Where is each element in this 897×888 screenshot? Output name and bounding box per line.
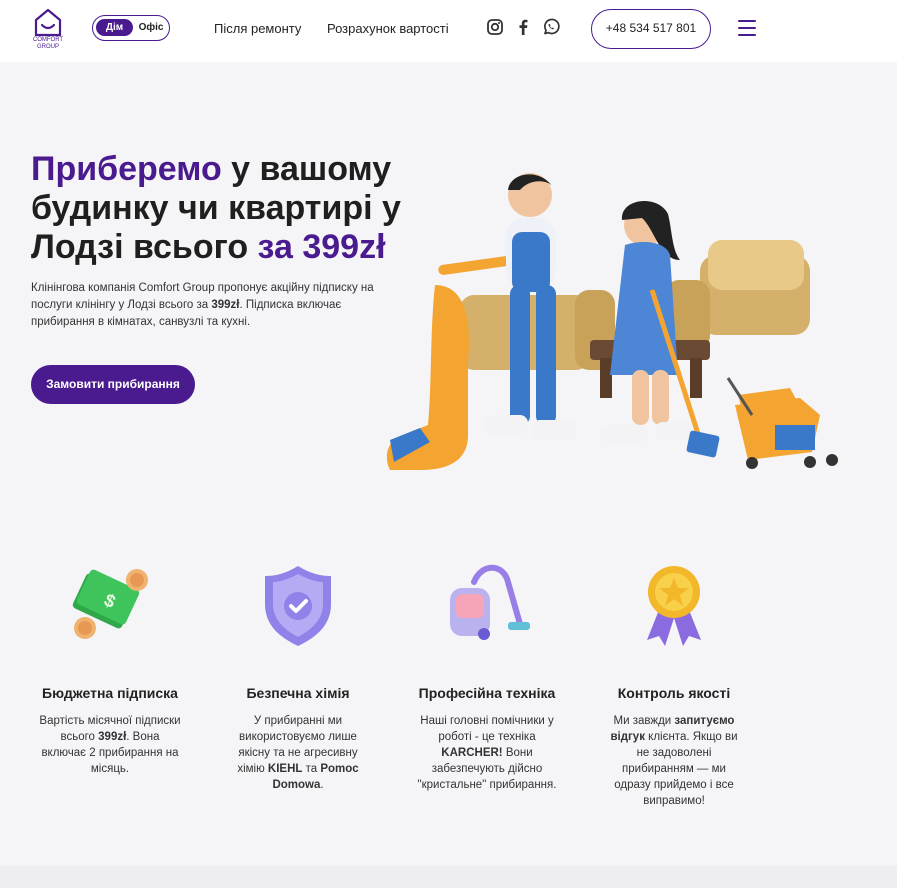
feature-text: Ми завжди запитуємо відгук клієнта. Якщо… xyxy=(610,715,738,807)
feature-title: Безпечна хімія xyxy=(246,685,350,701)
facebook-icon[interactable] xyxy=(514,18,532,36)
feature-text: Вартість місячної підписки всього 399zł.… xyxy=(39,715,181,775)
feature-title: Контроль якості xyxy=(617,685,731,701)
medal-icon xyxy=(647,566,701,646)
feature-title: Бюджетна підписка xyxy=(42,685,178,701)
nav-after-renovation[interactable]: Після ремонту xyxy=(214,21,301,36)
feature-title: Професійна техніка xyxy=(418,685,556,701)
feature-text: У прибиранні ми використовуємо лише якіс… xyxy=(237,715,359,791)
order-cleaning-button[interactable]: Замовити прибирання xyxy=(31,365,195,404)
toggle-office[interactable]: Офіс xyxy=(137,19,165,36)
feature-pro-equipment: Професійна техніка Наші головні помічник… xyxy=(402,560,572,793)
nav-cost-calculation[interactable]: Розрахунок вартості xyxy=(327,21,449,36)
cleaners-illustration xyxy=(386,173,838,470)
toggle-home[interactable]: Дім xyxy=(96,19,133,36)
logo[interactable]: COMFORT GROUP xyxy=(28,7,68,53)
vacuum-icon xyxy=(450,564,530,640)
hero-lead: Клінінгова компанія Comfort Group пропон… xyxy=(31,282,374,328)
house-logo-icon xyxy=(34,8,62,37)
feature-text: Наші головні помічники у роботі - це тех… xyxy=(417,715,557,791)
feature-quality-control: Контроль якості Ми завжди запитуємо відг… xyxy=(589,560,759,809)
whatsapp-icon[interactable] xyxy=(542,18,560,36)
instagram-icon[interactable] xyxy=(486,18,504,36)
phone-button[interactable]: +48 534 517 801 xyxy=(591,9,711,49)
feature-budget: $ Бюджетна підписка Вартість місячної пі… xyxy=(25,560,195,777)
home-office-toggle[interactable]: Дім Офіс xyxy=(92,15,170,41)
shield-check-icon xyxy=(265,566,331,646)
menu-icon[interactable] xyxy=(738,20,756,36)
logo-text: COMFORT GROUP xyxy=(32,37,64,50)
header: COMFORT GROUP Дім Офіс Після ремонту Розр… xyxy=(0,0,897,62)
money-icon: $ xyxy=(72,569,148,639)
section-divider xyxy=(0,866,897,888)
feature-safe-chemicals: Безпечна хімія У прибиранні ми використо… xyxy=(213,560,383,793)
